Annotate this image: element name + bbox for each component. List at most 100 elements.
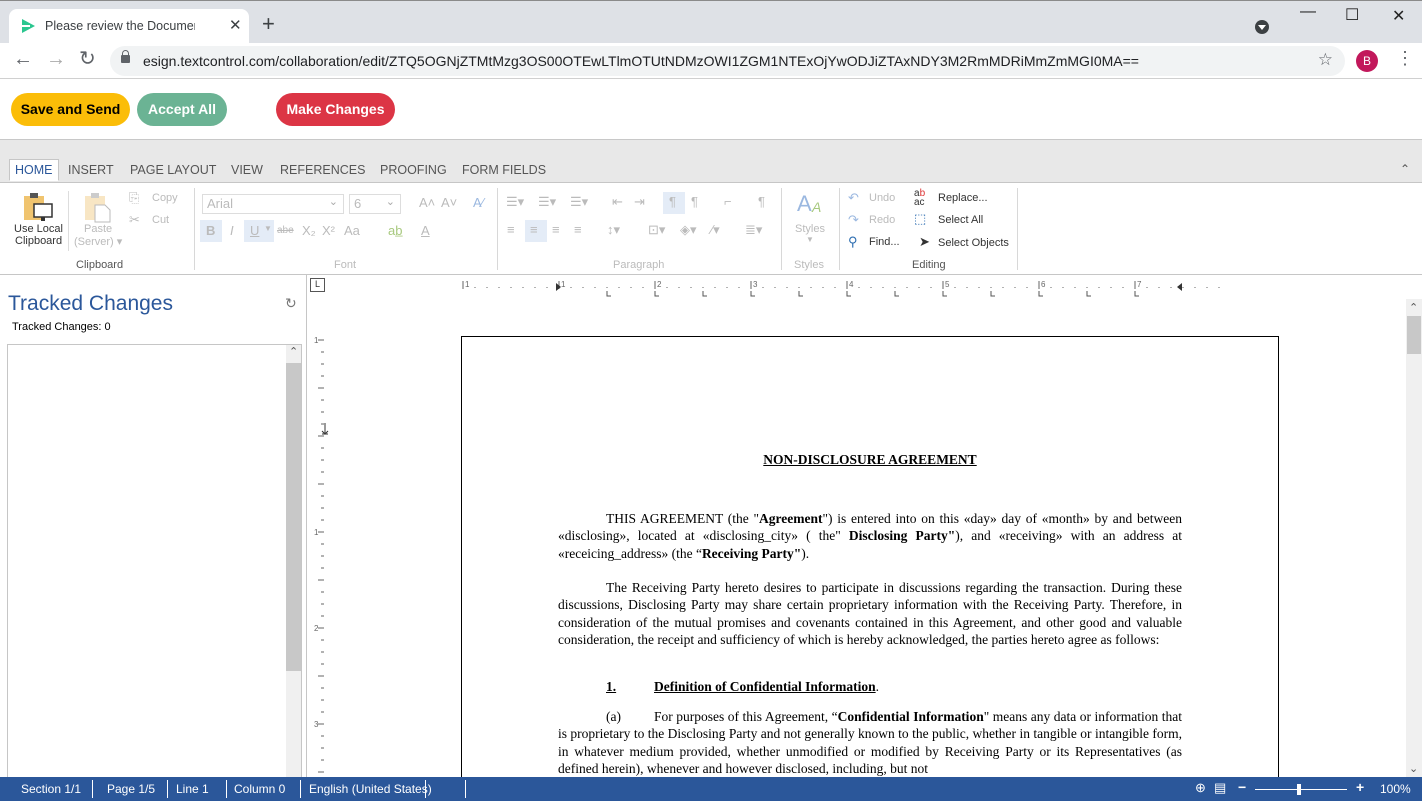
font-size-select[interactable]: 6 ⌄: [349, 194, 401, 214]
frame-color-icon[interactable]: ⁄▾: [711, 222, 720, 238]
make-changes-button[interactable]: Make Changes: [276, 93, 395, 126]
find-button[interactable]: Find...: [869, 236, 900, 248]
tab-form-fields[interactable]: FORM FIELDS: [462, 163, 546, 177]
scroll-down-icon[interactable]: ⌄: [1409, 762, 1418, 775]
multilevel-list-icon[interactable]: ☰▾: [570, 194, 588, 210]
tab-stop-marker[interactable]: [606, 291, 611, 297]
select-all-button[interactable]: Select All: [938, 214, 983, 226]
borders-icon[interactable]: ⊡▾: [648, 222, 665, 238]
decrease-indent-icon[interactable]: ⇤: [612, 194, 623, 210]
address-bar[interactable]: esign.textcontrol.com/collaboration/edit…: [110, 46, 1345, 76]
horizontal-ruler[interactable]: 1 1 2 3 4 5 6 7: [460, 279, 1275, 299]
show-formatting-icon[interactable]: ¶: [758, 194, 765, 209]
underline-button[interactable]: U: [250, 223, 259, 238]
shading-icon[interactable]: ◈▾: [680, 222, 697, 238]
bookmark-star-icon[interactable]: ☆: [1318, 50, 1333, 70]
scroll-up-icon[interactable]: ⌃: [289, 345, 298, 358]
tab-stop-marker[interactable]: [654, 291, 659, 297]
collapse-ribbon-icon[interactable]: ⌃: [1400, 162, 1410, 176]
increase-indent-icon[interactable]: ⇥: [634, 194, 645, 210]
tab-search-icon[interactable]: [1255, 20, 1269, 34]
top-margin-marker[interactable]: [321, 423, 329, 435]
maximize-button[interactable]: ☐: [1345, 5, 1359, 25]
cut-button[interactable]: Cut: [152, 214, 169, 226]
bold-button[interactable]: B: [206, 223, 215, 238]
shrink-font-icon[interactable]: A˅: [441, 195, 457, 210]
numbered-list-icon[interactable]: ☰▾: [538, 194, 556, 210]
tab-stop-marker[interactable]: [702, 291, 707, 297]
list-scrollbar[interactable]: ⌃: [286, 345, 301, 783]
close-window-button[interactable]: ✕: [1392, 6, 1405, 26]
language-indicator[interactable]: English (United States): [309, 782, 432, 796]
align-left-icon[interactable]: ≡: [507, 222, 515, 237]
tab-stop-marker[interactable]: [750, 291, 755, 297]
fit-width-icon[interactable]: ▤: [1214, 780, 1226, 796]
font-name-select[interactable]: Arial ⌄: [202, 194, 344, 214]
tab-references[interactable]: REFERENCES: [280, 163, 365, 177]
fit-page-icon[interactable]: ⊕: [1195, 780, 1206, 796]
tab-close-icon[interactable]: ✕: [229, 16, 242, 34]
bullet-list-icon[interactable]: ☰▾: [506, 194, 524, 210]
minimize-button[interactable]: —: [1300, 3, 1316, 21]
superscript-button[interactable]: X²: [322, 223, 335, 238]
page-indicator[interactable]: Page 1/5: [107, 782, 155, 796]
select-objects-button[interactable]: Select Objects: [938, 237, 1009, 249]
strikethrough-button[interactable]: abe: [277, 225, 294, 236]
back-button[interactable]: ←: [13, 49, 33, 69]
tab-page-layout[interactable]: PAGE LAYOUT: [130, 163, 216, 177]
right-indent-marker[interactable]: [1177, 283, 1182, 291]
tab-stop-marker[interactable]: [798, 291, 803, 297]
italic-button[interactable]: I: [230, 223, 234, 238]
undo-button[interactable]: Undo: [869, 192, 895, 204]
reload-button[interactable]: ↻: [79, 49, 96, 69]
tab-stop-marker[interactable]: [942, 291, 947, 297]
zoom-slider[interactable]: [1255, 789, 1347, 790]
tracked-changes-list[interactable]: ⌃: [7, 344, 302, 784]
change-case-button[interactable]: Aa: [344, 223, 360, 238]
browser-tab[interactable]: Please review the Document - Te ✕: [9, 9, 249, 44]
align-center-icon[interactable]: ≡: [530, 222, 538, 237]
scrollbar-thumb[interactable]: [286, 363, 301, 671]
browser-menu-icon[interactable]: ⋮: [1396, 49, 1414, 67]
keep-lines-icon[interactable]: ⌐: [724, 194, 732, 209]
clear-formatting-icon[interactable]: A⁄: [473, 195, 484, 210]
zoom-in-button[interactable]: +: [1356, 779, 1364, 795]
scroll-up-icon[interactable]: ⌃: [1409, 301, 1418, 314]
new-tab-button[interactable]: +: [262, 13, 275, 35]
tab-stop-selector[interactable]: L: [310, 278, 325, 292]
justify-icon[interactable]: ≡: [574, 222, 582, 237]
document-scrollbar[interactable]: ⌃ ⌄: [1406, 299, 1422, 777]
tab-home[interactable]: HOME: [9, 159, 59, 181]
copy-button[interactable]: Copy: [152, 192, 178, 204]
scrollbar-thumb[interactable]: [1407, 316, 1421, 354]
tab-stop-marker[interactable]: [1086, 291, 1091, 297]
redo-button[interactable]: Redo: [869, 214, 895, 226]
document-page[interactable]: NON-DISCLOSURE AGREEMENT THIS AGREEMENT …: [461, 336, 1279, 777]
tab-stop-marker[interactable]: [846, 291, 851, 297]
tab-stop-marker[interactable]: [1134, 291, 1139, 297]
tab-stop-marker[interactable]: [1038, 291, 1043, 297]
grow-font-icon[interactable]: A˄: [419, 195, 435, 210]
subscript-button[interactable]: X₂: [302, 223, 316, 238]
highlight-color-icon[interactable]: ab̲: [388, 223, 402, 238]
line-spacing-icon[interactable]: ↕▾: [607, 222, 620, 238]
zoom-out-button[interactable]: −: [1238, 779, 1246, 795]
right-to-left-icon[interactable]: ¶: [691, 194, 698, 209]
replace-button[interactable]: Replace...: [938, 192, 988, 204]
accept-all-button[interactable]: Accept All: [137, 93, 227, 126]
refresh-icon[interactable]: ↻: [285, 295, 297, 312]
tab-insert[interactable]: INSERT: [68, 163, 114, 177]
font-color-icon[interactable]: A: [421, 223, 430, 238]
url-text[interactable]: esign.textcontrol.com/collaboration/edit…: [143, 53, 1139, 69]
vertical-ruler[interactable]: 1123: [312, 335, 332, 775]
left-to-right-icon[interactable]: ¶: [669, 194, 676, 209]
forward-button[interactable]: →: [46, 49, 66, 69]
tab-proofing[interactable]: PROOFING: [380, 163, 447, 177]
save-and-send-button[interactable]: Save and Send: [11, 93, 130, 126]
zoom-slider-thumb[interactable]: [1296, 784, 1301, 795]
line-style-icon[interactable]: ≣▾: [745, 222, 762, 238]
tab-stop-marker[interactable]: [894, 291, 899, 297]
tab-stop-marker[interactable]: [990, 291, 995, 297]
tab-view[interactable]: VIEW: [231, 163, 263, 177]
align-right-icon[interactable]: ≡: [552, 222, 560, 237]
